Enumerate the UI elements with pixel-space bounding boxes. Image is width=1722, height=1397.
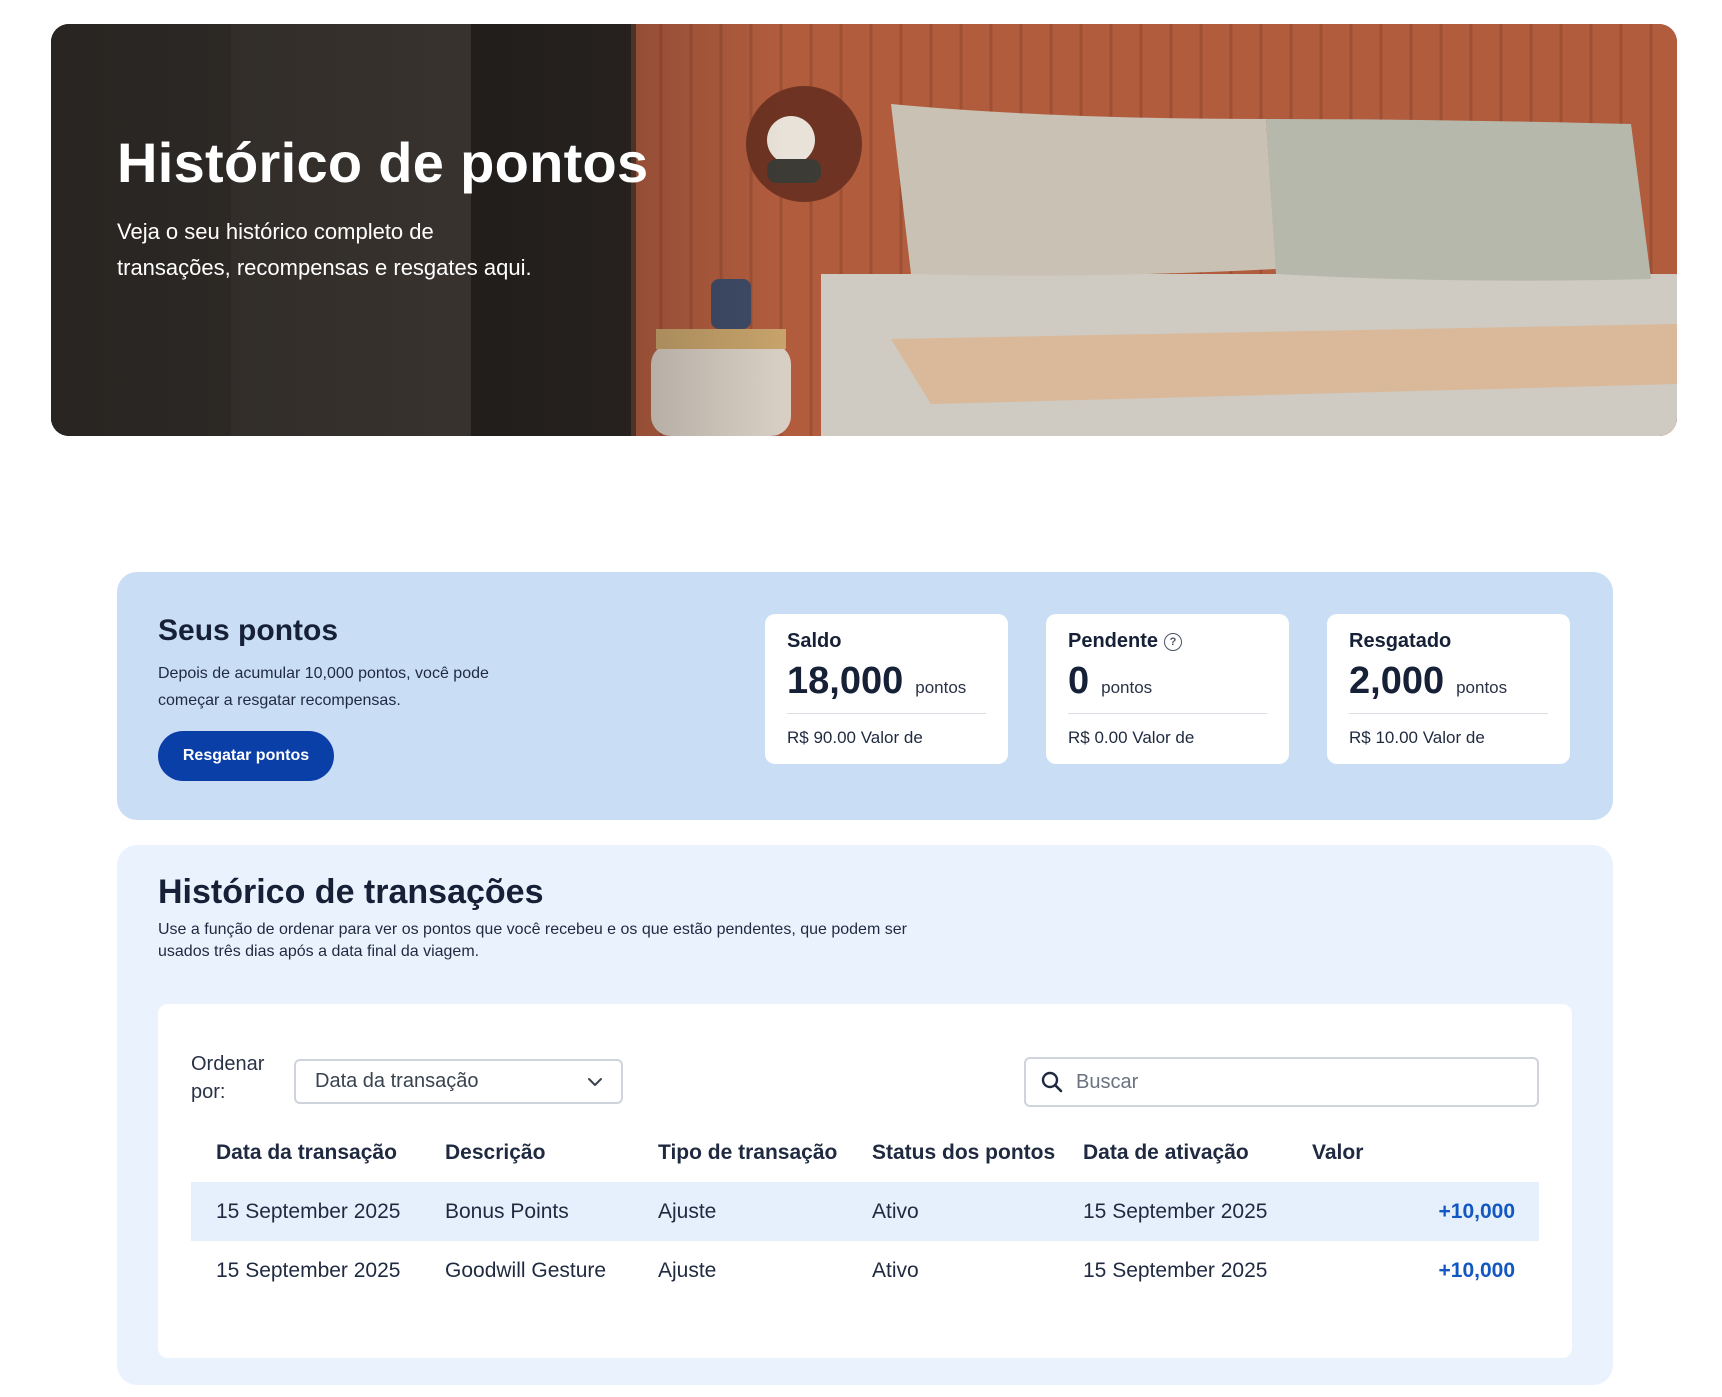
sort-selected-value: Data da transação: [315, 1070, 479, 1092]
table-row: 15 September 2025 Bonus Points Ajuste At…: [191, 1182, 1539, 1241]
transaction-history-panel: Histórico de transações Use a função de …: [117, 845, 1613, 1385]
points-summary-panel: Seus pontos Depois de acumular 10,000 po…: [117, 572, 1613, 820]
column-header-transaction-date[interactable]: Data da transação: [191, 1124, 420, 1182]
column-header-points-status[interactable]: Status dos pontos: [847, 1124, 1058, 1182]
balance-money-value: R$ 90.00 Valor de: [787, 728, 923, 747]
pending-value-row: 0 pontos: [1068, 661, 1267, 714]
transactions-title: Histórico de transações: [158, 873, 544, 911]
column-header-activation-date[interactable]: Data de ativação: [1058, 1124, 1287, 1182]
column-header-amount[interactable]: Valor: [1287, 1124, 1539, 1182]
pending-label: Pendente: [1068, 630, 1159, 652]
cell-activation-date: 15 September 2025: [1083, 1258, 1268, 1282]
pending-unit: pontos: [1101, 678, 1153, 697]
transactions-card: Ordenar por: Data da transação Data da t…: [158, 1004, 1572, 1358]
chevron-down-icon: [587, 1077, 603, 1087]
points-title: Seus pontos: [158, 614, 339, 647]
cell-amount: +10,000: [1438, 1258, 1516, 1282]
pending-card: Pendente ? 0 pontos R$ 0.00 Valor de: [1046, 614, 1289, 764]
cell-transaction-date: 15 September 2025: [191, 1182, 420, 1241]
cell-amount: +10,000: [1287, 1182, 1539, 1241]
cell-transaction-type: Ajuste: [658, 1258, 717, 1282]
redeemed-card: Resgatado 2,000 pontos R$ 10.00 Valor de: [1327, 614, 1570, 764]
cell-description: Goodwill Gesture: [445, 1258, 607, 1282]
transactions-description: Use a função de ordenar para ver os pont…: [158, 921, 907, 960]
balance-value-row: 18,000 pontos: [787, 661, 986, 714]
page-subtitle: Veja o seu histórico completo de transaç…: [117, 219, 532, 280]
redeemed-unit: pontos: [1456, 678, 1508, 697]
column-header-transaction-type[interactable]: Tipo de transação: [633, 1124, 847, 1182]
search-icon: [1040, 1070, 1064, 1094]
cell-description: Bonus Points: [420, 1182, 633, 1241]
cell-activation-date: 15 September 2025: [1058, 1182, 1287, 1241]
redeem-points-button[interactable]: Resgatar pontos: [158, 731, 334, 781]
sort-label: Ordenar por:: [191, 1053, 265, 1103]
redeemed-value: 2,000: [1349, 660, 1445, 702]
column-header-description[interactable]: Descrição: [420, 1124, 633, 1182]
redeemed-value-row: 2,000 pontos: [1349, 661, 1548, 714]
cell-points-status: Ativo: [847, 1182, 1058, 1241]
balance-value: 18,000: [787, 660, 904, 702]
pending-label-row: Pendente ?: [1068, 630, 1267, 653]
sort-select[interactable]: Data da transação: [294, 1059, 623, 1104]
table-row: 15 September 2025 Goodwill Gesture Ajust…: [191, 1241, 1539, 1300]
search-input[interactable]: [1074, 1069, 1523, 1095]
search-box[interactable]: [1024, 1057, 1539, 1107]
page-title: Histórico de pontos: [117, 131, 649, 194]
redeemed-money-value: R$ 10.00 Valor de: [1349, 728, 1485, 747]
redeemed-label: Resgatado: [1349, 630, 1452, 652]
cell-transaction-date: 15 September 2025: [216, 1258, 401, 1282]
cell-points-status: Ativo: [872, 1258, 919, 1282]
points-description: Depois de acumular 10,000 pontos, você p…: [158, 665, 489, 709]
balance-card: Saldo 18,000 pontos R$ 90.00 Valor de: [765, 614, 1008, 764]
pending-value: 0: [1068, 660, 1090, 702]
table-header-row: Data da transação Descrição Tipo de tran…: [191, 1124, 1539, 1182]
balance-unit: pontos: [915, 678, 967, 697]
transactions-table: Data da transação Descrição Tipo de tran…: [191, 1124, 1539, 1300]
pending-money-value: R$ 0.00 Valor de: [1068, 728, 1195, 747]
cell-transaction-type: Ajuste: [633, 1182, 847, 1241]
help-circle-icon[interactable]: ?: [1164, 632, 1183, 651]
balance-label: Saldo: [787, 630, 842, 652]
hero-banner: Histórico de pontos Veja o seu histórico…: [51, 24, 1677, 436]
